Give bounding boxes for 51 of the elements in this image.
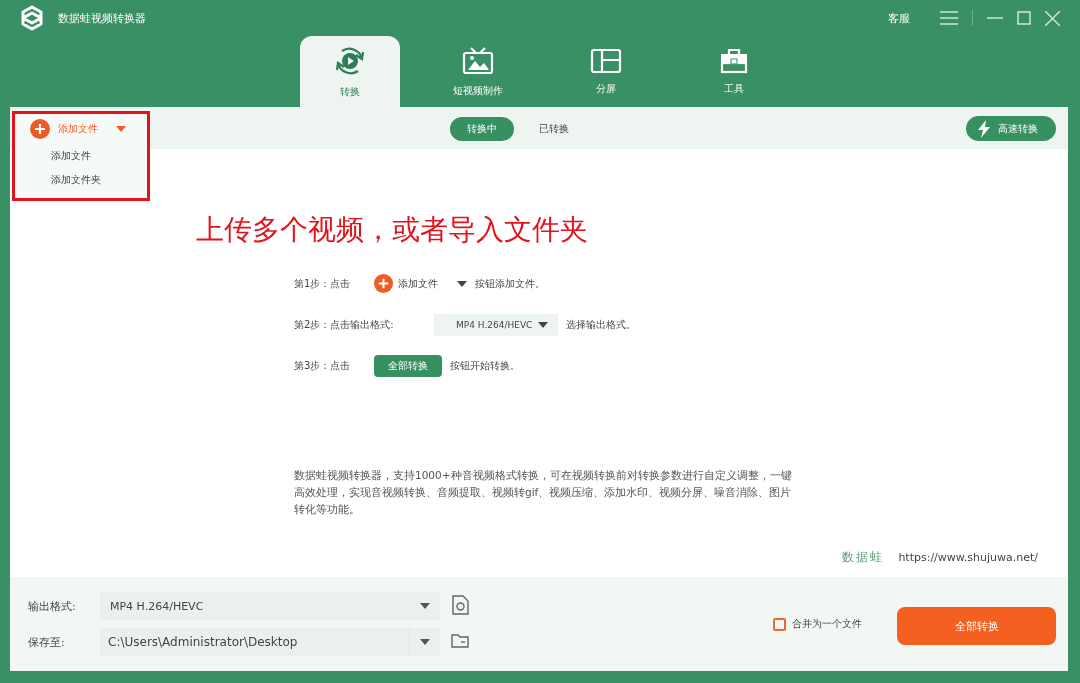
segment-tab[interactable]: 转换中: [450, 117, 514, 141]
nav-tab[interactable]: 分屏: [556, 36, 656, 107]
website-url: https://www.shujuwa.net/: [898, 551, 1038, 564]
menu-item[interactable]: 添加文件夹: [51, 173, 101, 187]
merge-checkbox[interactable]: [773, 617, 786, 631]
plus-icon: [30, 119, 50, 139]
caret-icon: [420, 639, 430, 645]
field-label: 输出格式:: [28, 598, 77, 614]
open-folder-button[interactable]: [451, 633, 469, 651]
convert-all-sample-button[interactable]: 全部转换: [374, 354, 442, 377]
window-title: 数据蛙视频转换器: [58, 10, 146, 26]
split-screen-icon: [590, 47, 622, 74]
nav-tab[interactable]: 转换: [300, 36, 400, 107]
caret-icon: [420, 603, 430, 609]
caret-icon: [116, 126, 126, 132]
step-label: 第2步：点击输出格式:: [294, 317, 395, 332]
step-label: 第1步：点击: [294, 276, 352, 291]
output-format-dropdown[interactable]: MP4 H.264/HEVC: [100, 592, 440, 620]
annotation-text: 上传多个视频，或者导入文件夹: [196, 212, 588, 248]
logo-icon: [20, 5, 44, 31]
save-path-field[interactable]: C:\Users\Administrator\Desktop: [100, 628, 440, 656]
speed-convert-button[interactable]: 高速转换: [966, 116, 1056, 141]
plus-icon: [374, 274, 393, 293]
tv-icon: [462, 45, 494, 76]
convert-all-button[interactable]: 全部转换: [897, 607, 1056, 645]
caret-icon: [457, 280, 467, 287]
segment-tab[interactable]: 已转换: [522, 117, 586, 141]
step-text: 按钮开始转换。: [450, 358, 520, 373]
add-file-button[interactable]: 添加文件: [30, 119, 126, 139]
format-dropdown[interactable]: MP4 H.264/HEVC: [434, 313, 558, 336]
field-label: 保存至:: [28, 634, 66, 650]
maximize-icon[interactable]: [1017, 11, 1031, 25]
close-icon[interactable]: [1045, 10, 1060, 26]
folder-icon: [451, 633, 469, 648]
brand-text: 数据蛙: [842, 549, 885, 566]
menu-icon[interactable]: [940, 11, 958, 25]
nav-tab[interactable]: 短视频制作: [428, 36, 528, 107]
step-text: 按钮添加文件。: [475, 276, 545, 291]
step-text: 选择输出格式。: [566, 317, 636, 332]
caret-icon: [538, 321, 548, 328]
toolbox-icon: [719, 47, 749, 74]
nav-tab[interactable]: 工具: [684, 36, 784, 107]
merge-label: 合并为一个文件: [792, 617, 862, 631]
document-gear-icon: [451, 594, 469, 615]
menu-item[interactable]: 添加文件: [51, 149, 91, 163]
step-label: 第3步：点击: [294, 358, 352, 373]
description-text: 数据蛙视频转换器，支持1000+种音视频格式转换，可在视频转换前对转换参数进行自定义调整，一键高效处理，实现音视频转换、音频提取、视频转gif、视频压缩、添加水印、视频分屏、噪音消除、图片转化等功能。: [294, 468, 793, 517]
add-file-label: 添加文件: [398, 276, 438, 291]
customer-service-link[interactable]: 客服: [888, 10, 910, 26]
format-settings-button[interactable]: [451, 594, 469, 618]
lightning-icon: [978, 119, 990, 138]
